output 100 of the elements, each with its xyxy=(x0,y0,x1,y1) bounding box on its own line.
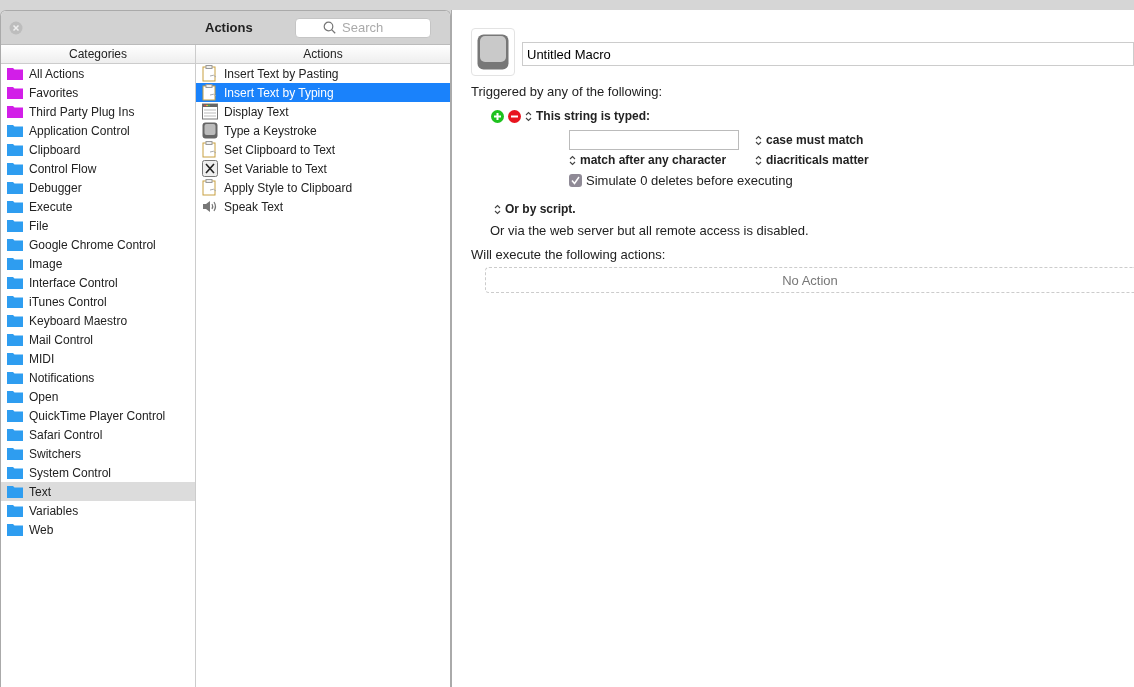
column-header[interactable]: Actions xyxy=(196,45,450,64)
category-item[interactable]: Web xyxy=(1,520,195,539)
category-label: Notifications xyxy=(29,370,95,385)
category-label: All Actions xyxy=(29,66,85,81)
category-label: Switchers xyxy=(29,446,81,461)
category-label: Google Chrome Control xyxy=(29,237,156,252)
no-action-label: No Action xyxy=(782,272,838,288)
simulate-checkbox[interactable] xyxy=(569,174,582,187)
macro-name-field[interactable]: Untitled Macro xyxy=(522,42,1134,66)
category-label: Interface Control xyxy=(29,275,118,290)
category-item[interactable]: Application Control xyxy=(1,121,195,140)
stepper-icon xyxy=(525,110,532,122)
action-label: Insert Text by Pasting xyxy=(224,66,339,81)
category-label: QuickTime Player Control xyxy=(29,408,166,423)
category-label: Image xyxy=(29,256,63,271)
category-item[interactable]: Image xyxy=(1,254,195,273)
trigger-type-popup[interactable]: This string is typed: xyxy=(536,109,650,123)
window-icon xyxy=(202,103,218,120)
category-label: Execute xyxy=(29,199,73,214)
action-label: Insert Text by Typing xyxy=(224,85,334,100)
category-item[interactable]: File xyxy=(1,216,195,235)
category-item[interactable]: Keyboard Maestro xyxy=(1,311,195,330)
stepper-icon xyxy=(494,203,501,215)
category-label: Application Control xyxy=(29,123,130,138)
action-label: Type a Keystroke xyxy=(224,123,317,138)
category-item[interactable]: Third Party Plug Ins xyxy=(1,102,195,121)
category-item[interactable]: Switchers xyxy=(1,444,195,463)
category-label: Debugger xyxy=(29,180,82,195)
category-label: Third Party Plug Ins xyxy=(29,104,135,119)
category-item[interactable]: System Control xyxy=(1,463,195,482)
category-label: Keyboard Maestro xyxy=(29,313,128,328)
category-item[interactable]: Variables xyxy=(1,501,195,520)
category-item[interactable]: Clipboard xyxy=(1,140,195,159)
clipboard-icon xyxy=(202,179,218,196)
action-item[interactable]: Set Variable to Text xyxy=(196,159,450,178)
category-label: Text xyxy=(29,484,51,499)
category-item[interactable]: Safari Control xyxy=(1,425,195,444)
action-item[interactable]: Apply Style to Clipboard xyxy=(196,178,450,197)
category-item[interactable]: Favorites xyxy=(1,83,195,102)
action-item[interactable]: Set Clipboard to Text xyxy=(196,140,450,159)
column-header[interactable]: Categories xyxy=(1,45,195,64)
action-item[interactable]: Speak Text xyxy=(196,197,450,216)
simulate-label: Simulate 0 deletes before executing xyxy=(586,173,793,188)
action-item[interactable]: Insert Text by Pasting xyxy=(196,64,450,83)
action-item[interactable]: Type a Keystroke xyxy=(196,121,450,140)
category-label: Favorites xyxy=(29,85,79,100)
case-popup[interactable]: case must match xyxy=(766,133,864,147)
category-label: Variables xyxy=(29,503,79,518)
category-item[interactable]: Text xyxy=(1,482,195,501)
action-item[interactable]: Insert Text by Typing xyxy=(196,83,450,102)
string-field[interactable] xyxy=(569,130,739,150)
action-label: Set Variable to Text xyxy=(224,161,327,176)
category-label: MIDI xyxy=(29,351,55,366)
match-popup[interactable]: match after any character xyxy=(580,153,727,167)
search-icon xyxy=(323,20,336,34)
category-label: Control Flow xyxy=(29,161,97,176)
clipboard-icon xyxy=(202,65,218,82)
script-trigger-popup[interactable]: Or by script. xyxy=(505,202,576,216)
category-item[interactable]: Google Chrome Control xyxy=(1,235,195,254)
clipboard-icon xyxy=(202,84,218,101)
stepper-icon xyxy=(755,134,762,146)
diacritics-popup[interactable]: diacriticals matter xyxy=(766,153,869,167)
action-label: Display Text xyxy=(224,104,289,119)
category-item[interactable]: Debugger xyxy=(1,178,195,197)
triggers-heading: Triggered by any of the following: xyxy=(471,84,663,99)
category-label: File xyxy=(29,218,49,233)
category-item[interactable]: Notifications xyxy=(1,368,195,387)
category-label: System Control xyxy=(29,465,112,480)
clipboard-icon xyxy=(202,141,218,158)
actions-heading: Will execute the following actions: xyxy=(471,247,667,262)
category-label: iTunes Control xyxy=(29,294,107,309)
stepper-icon xyxy=(569,154,576,166)
action-drop-area[interactable]: No Action xyxy=(485,267,1134,293)
category-label: Clipboard xyxy=(29,142,81,157)
category-item[interactable]: Execute xyxy=(1,197,195,216)
search-field[interactable]: Search xyxy=(295,17,431,38)
category-label: Mail Control xyxy=(29,332,94,347)
category-label: Open xyxy=(29,389,59,404)
macro-icon[interactable] xyxy=(471,28,515,76)
category-item[interactable]: All Actions xyxy=(1,64,195,83)
category-item[interactable]: iTunes Control xyxy=(1,292,195,311)
add-icon[interactable] xyxy=(491,109,504,123)
category-item[interactable]: QuickTime Player Control xyxy=(1,406,195,425)
category-item[interactable]: Control Flow xyxy=(1,159,195,178)
action-label: Apply Style to Clipboard xyxy=(224,180,353,195)
category-label: Web xyxy=(29,522,54,537)
category-item[interactable]: MIDI xyxy=(1,349,195,368)
action-label: Set Clipboard to Text xyxy=(224,142,336,157)
web-server-note: Or via the web server but all remote access is disabled. xyxy=(490,223,810,238)
variable-icon xyxy=(202,160,218,177)
stepper-icon xyxy=(755,154,762,166)
palette-title: Actions xyxy=(205,20,253,35)
category-item[interactable]: Open xyxy=(1,387,195,406)
category-item[interactable]: Interface Control xyxy=(1,273,195,292)
action-item[interactable]: Display Text xyxy=(196,102,450,121)
category-item[interactable]: Mail Control xyxy=(1,330,195,349)
remove-icon[interactable] xyxy=(508,109,521,123)
key-icon xyxy=(202,122,218,139)
category-label: Safari Control xyxy=(29,427,103,442)
key-icon xyxy=(477,34,509,70)
